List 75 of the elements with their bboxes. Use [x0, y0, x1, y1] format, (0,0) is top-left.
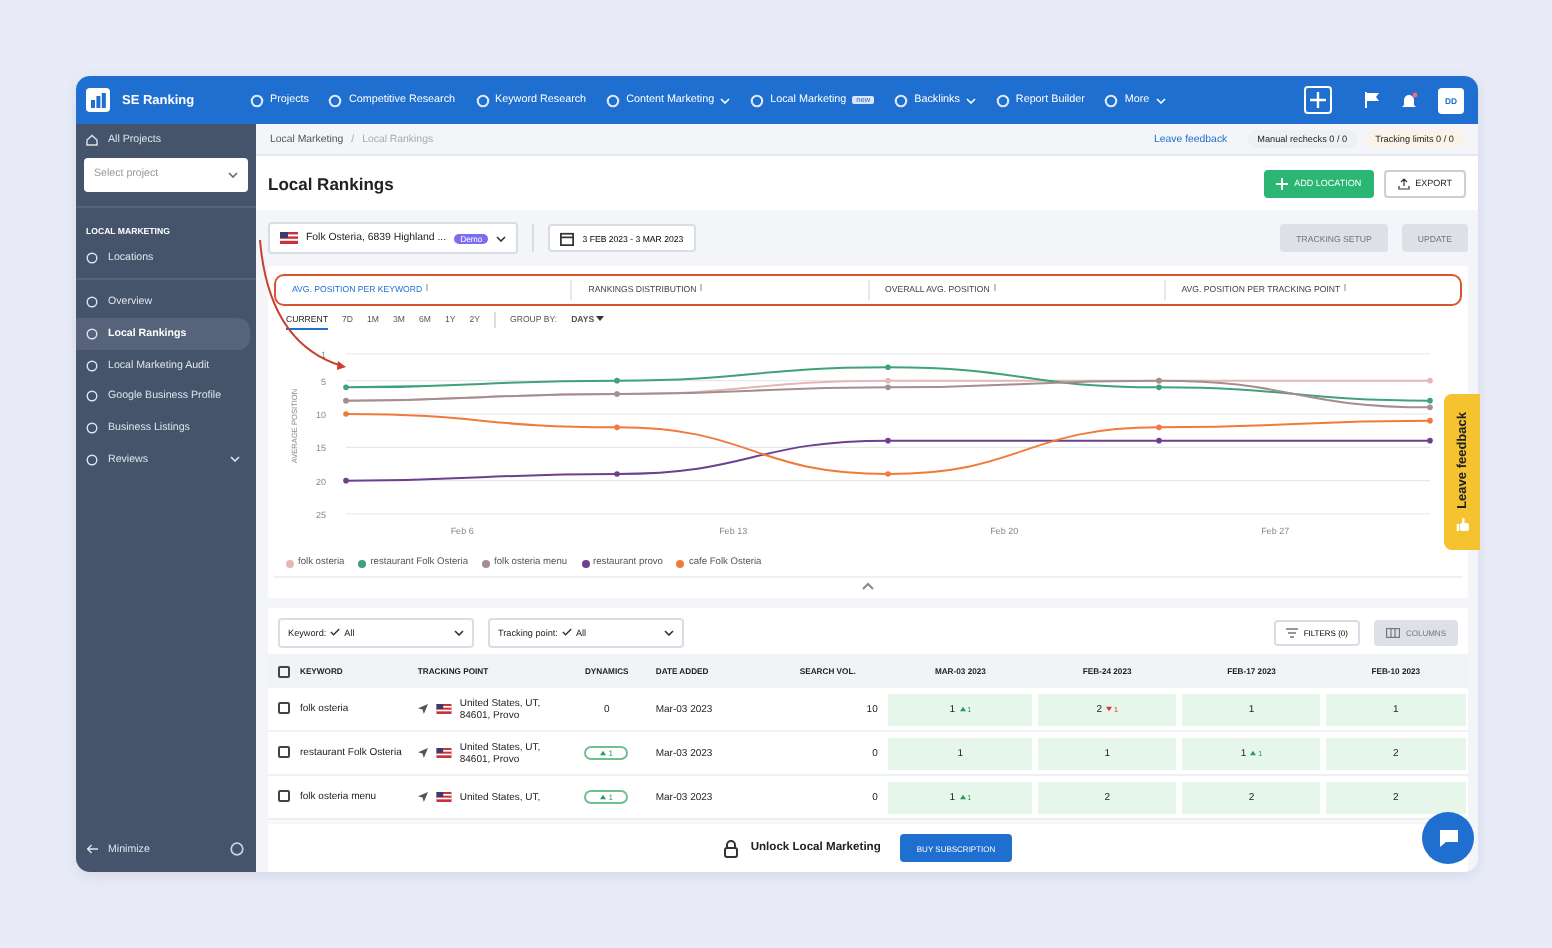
plus-icon [1310, 92, 1326, 108]
data-point [885, 437, 891, 444]
data-point [1427, 417, 1433, 424]
triangle-up-icon [959, 706, 966, 712]
location-arrow-icon [417, 704, 428, 714]
checkbox[interactable] [278, 790, 290, 803]
chevron-down-icon [496, 235, 507, 241]
circle-icon [86, 359, 98, 372]
home-icon [86, 133, 98, 146]
flag-icon[interactable] [1364, 92, 1380, 108]
us-flag-icon [435, 704, 452, 714]
data-point [343, 384, 349, 391]
circle-icon [86, 421, 98, 434]
page-title: Local Rankings [268, 173, 394, 193]
chevron-down-icon [664, 629, 674, 635]
data-point [1427, 437, 1433, 444]
triangle-up-icon [959, 794, 966, 800]
arrow-left-icon [86, 844, 98, 854]
us-flag-icon [435, 792, 452, 802]
chevron-down-icon [454, 629, 464, 635]
data-point [614, 377, 620, 384]
logo-icon [86, 88, 110, 112]
circle-icon [995, 93, 1010, 107]
columns-icon [1385, 627, 1400, 637]
circle-icon [475, 93, 490, 107]
chevron-down-icon [720, 97, 731, 103]
data-point [614, 424, 620, 431]
location-arrow-icon [417, 792, 428, 802]
triangle-up-icon [1250, 750, 1257, 756]
chat-icon [1437, 828, 1459, 848]
bell-icon[interactable] [1400, 91, 1418, 109]
chevron-down-icon [965, 97, 976, 103]
chevron-down-icon [228, 171, 238, 178]
circle-icon [894, 93, 909, 107]
circle-icon [250, 93, 264, 107]
check-icon [561, 628, 572, 636]
circle-icon [328, 93, 343, 107]
caret-down-icon [596, 316, 605, 322]
plus-icon [1276, 177, 1289, 189]
collapse-icon[interactable] [862, 582, 874, 590]
circle-icon [86, 327, 98, 340]
check-icon [330, 628, 341, 636]
data-point [343, 411, 349, 417]
hand-icon [1455, 517, 1469, 532]
circle-icon [86, 390, 98, 403]
circle-icon [1104, 93, 1119, 107]
data-point [885, 471, 891, 477]
checkbox[interactable] [278, 665, 290, 677]
chevron-down-icon [230, 456, 240, 463]
data-point [614, 471, 620, 477]
calendar-icon [560, 231, 575, 245]
data-point [1156, 437, 1162, 444]
triangle-up-icon [600, 794, 607, 800]
location-arrow-icon [417, 748, 428, 758]
help-icon[interactable] [230, 842, 244, 856]
add-button[interactable] [1304, 86, 1332, 114]
circle-icon [750, 93, 765, 107]
data-point [343, 477, 349, 484]
lock-icon [724, 839, 739, 857]
us-flag-icon [280, 232, 298, 244]
triangle-up-icon [600, 750, 607, 756]
filter-icon [1285, 627, 1298, 637]
chevron-down-icon [1155, 97, 1166, 103]
circle-icon [86, 296, 98, 309]
checkbox[interactable] [278, 702, 290, 715]
checkbox[interactable] [278, 746, 290, 759]
circle-icon [86, 453, 98, 466]
circle-icon [606, 93, 621, 107]
upload-icon [1397, 177, 1410, 189]
triangle-down-icon [1105, 706, 1112, 712]
data-point [1156, 424, 1162, 431]
data-point [1427, 377, 1433, 384]
circle-icon [86, 251, 98, 264]
data-point [885, 364, 891, 371]
us-flag-icon [435, 748, 452, 758]
